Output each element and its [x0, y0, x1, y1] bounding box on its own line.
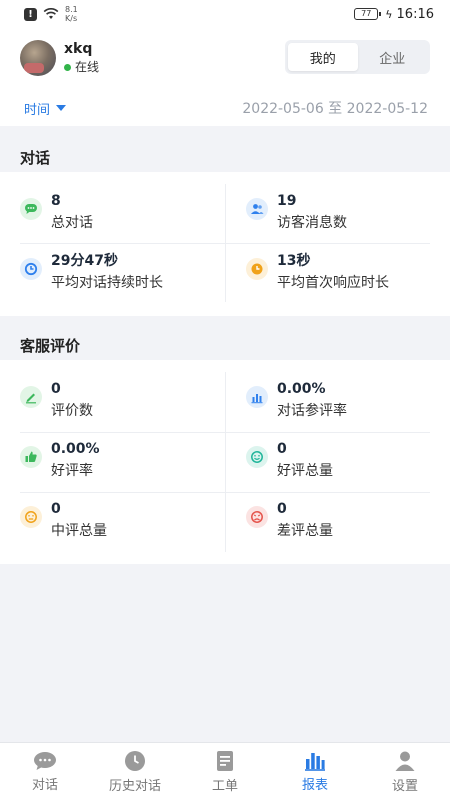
nav-history[interactable]: 历史对话 — [90, 743, 180, 800]
status-bar: ! 8.1 K/s 77 ϟ 16:16 — [0, 0, 450, 28]
network-speed: 8.1 K/s — [65, 5, 78, 23]
nav-settings[interactable]: 设置 — [360, 743, 450, 800]
settings-user-icon — [395, 751, 415, 771]
segment-mine[interactable]: 我的 — [288, 43, 358, 71]
notification-alert-icon: ! — [24, 7, 37, 21]
time-filter-dropdown[interactable]: 时间 — [24, 99, 67, 118]
charging-icon: ϟ — [385, 7, 393, 21]
nav-reports[interactable]: 报表 — [270, 743, 360, 800]
rating-stats-card: 0 评价数 0.00% 对话参评率 0.00% 好评率 0 好评总量 0 中评总… — [0, 360, 450, 564]
scope-segmented-control: 我的 企业 — [285, 40, 430, 74]
timer-icon — [20, 258, 42, 280]
edit-icon — [20, 386, 42, 408]
chat-icon — [20, 198, 42, 220]
clock-icon — [246, 258, 268, 280]
caret-down-icon — [56, 105, 67, 111]
visitors-icon — [246, 198, 268, 220]
report-icon — [305, 752, 325, 771]
stat-avg-conversation-duration[interactable]: 29分47秒 平均对话持续时长 — [20, 252, 163, 293]
online-dot-icon — [64, 63, 71, 71]
segment-enterprise[interactable]: 企业 — [358, 43, 428, 71]
neutral-face-icon — [20, 506, 42, 528]
avatar[interactable] — [20, 40, 56, 76]
section-title-rating: 客服评价 — [20, 337, 81, 355]
ticket-icon — [217, 750, 233, 771]
stat-negative-total[interactable]: 0 差评总量 — [246, 500, 333, 541]
conversation-stats-card: 8 总对话 19 访客消息数 29分47秒 平均对话持续时长 13秒 平均首次响… — [0, 172, 450, 316]
stat-visitor-messages[interactable]: 19 访客消息数 — [246, 192, 347, 233]
stat-rating-count[interactable]: 0 评价数 — [20, 380, 93, 421]
sad-face-icon — [246, 506, 268, 528]
stat-participation-rate[interactable]: 0.00% 对话参评率 — [246, 380, 347, 421]
chat-bubble-icon — [34, 751, 56, 770]
user-profile[interactable]: xkq 在线 — [20, 40, 99, 76]
stat-avg-first-response[interactable]: 13秒 平均首次响应时长 — [246, 252, 389, 293]
bottom-navigation: 对话 历史对话 工单 报表 设置 — [0, 742, 450, 800]
online-status: 在线 — [64, 59, 99, 75]
battery-icon: 77 — [354, 8, 382, 20]
nav-tickets[interactable]: 工单 — [180, 743, 270, 800]
section-title-conversation: 对话 — [20, 149, 51, 167]
smile-icon — [246, 446, 268, 468]
stat-total-conversations[interactable]: 8 总对话 — [20, 192, 93, 233]
stat-positive-rate[interactable]: 0.00% 好评率 — [20, 440, 100, 481]
clock: 16:16 — [396, 6, 434, 22]
date-range[interactable]: 2022-05-06 至 2022-05-12 — [242, 98, 428, 118]
wifi-icon — [43, 8, 59, 19]
stat-neutral-total[interactable]: 0 中评总量 — [20, 500, 107, 541]
bar-chart-icon — [246, 386, 268, 408]
stat-positive-total[interactable]: 0 好评总量 — [246, 440, 333, 481]
history-icon — [125, 750, 145, 771]
username: xkq — [64, 41, 93, 57]
header: xkq 在线 我的 企业 时间 2022-05-06 至 2022-05-12 — [0, 28, 450, 126]
thumb-up-icon — [20, 446, 42, 468]
nav-conversation[interactable]: 对话 — [0, 743, 90, 800]
